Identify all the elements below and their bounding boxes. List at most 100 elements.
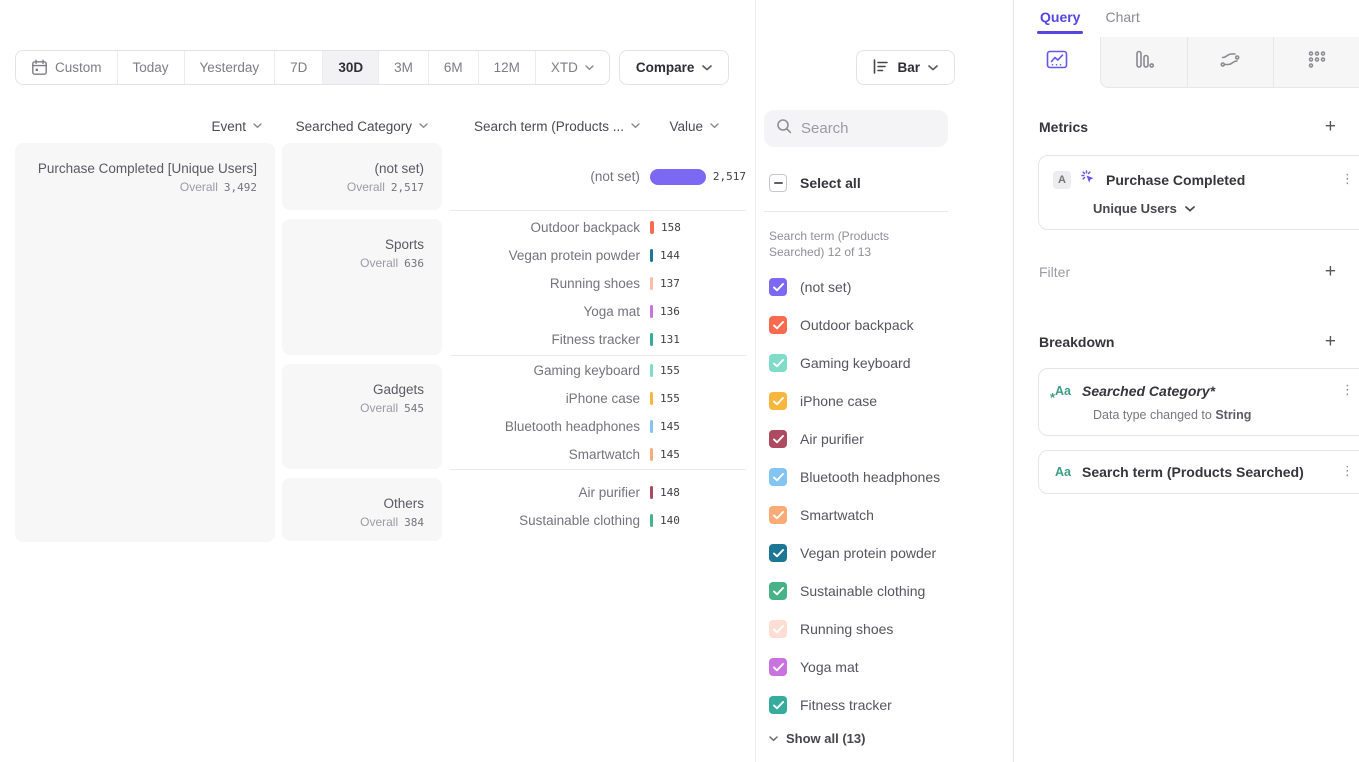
add-metric-button[interactable]: + <box>1325 118 1336 136</box>
range-yesterday[interactable]: Yesterday <box>185 51 276 84</box>
kebab-menu-icon[interactable]: ⋮ <box>1341 385 1354 397</box>
term-row[interactable]: Running shoes 137 <box>450 269 746 297</box>
category-cell[interactable]: Sports Overall636 <box>282 219 442 355</box>
series-panel: Select all Search term (Products Searche… <box>755 0 1013 762</box>
series-item[interactable]: Yoga mat <box>769 648 999 686</box>
range-30d[interactable]: 30D <box>323 51 379 84</box>
report-tab-funnels[interactable] <box>1100 37 1187 88</box>
kebab-menu-icon[interactable]: ⋮ <box>1341 466 1354 478</box>
series-item[interactable]: Running shoes <box>769 610 999 648</box>
term-row[interactable]: Air purifier 148 <box>450 478 746 506</box>
value-label: 131 <box>660 333 680 346</box>
metric-measure-selector[interactable]: Unique Users <box>1093 201 1354 216</box>
select-all[interactable]: Select all <box>769 174 861 192</box>
category-name: Gadgets <box>292 380 424 399</box>
report-tab-retention[interactable] <box>1273 37 1359 88</box>
term-row[interactable]: Bluetooth headphones 145 <box>450 413 746 441</box>
series-item[interactable]: Smartwatch <box>769 496 999 534</box>
value-label: 145 <box>660 448 680 461</box>
insights-icon <box>1046 50 1068 76</box>
add-breakdown-button[interactable]: + <box>1325 333 1336 351</box>
series-item[interactable]: (not set) <box>769 268 999 306</box>
term-row[interactable]: Vegan protein powder 144 <box>450 241 746 269</box>
column-header-value[interactable]: Value <box>560 116 719 136</box>
series-item[interactable]: Fitness tracker <box>769 686 999 724</box>
series-label: Gaming keyboard <box>800 355 911 371</box>
value-bar <box>650 277 653 290</box>
sidebar-tabs: Query Chart <box>1040 9 1140 34</box>
term-row[interactable]: Smartwatch 145 <box>450 441 746 469</box>
series-checkbox[interactable] <box>769 506 787 524</box>
series-item[interactable]: iPhone case <box>769 382 999 420</box>
report-tab-insights[interactable] <box>1014 37 1100 88</box>
series-checkbox[interactable] <box>769 544 787 562</box>
series-checkbox[interactable] <box>769 316 787 334</box>
breakdown-card-searched-category[interactable]: Aa Searched Category* ⋮ Data type change… <box>1038 368 1359 436</box>
breakdown-property-name: Searched Category* <box>1082 383 1332 399</box>
breakdown-card-search-term[interactable]: Aa Search term (Products Searched) ⋮ <box>1038 450 1359 494</box>
series-item[interactable]: Gaming keyboard <box>769 344 999 382</box>
term-row[interactable]: Yoga mat 136 <box>450 297 746 325</box>
metrics-section-header: Metrics + <box>1039 118 1336 136</box>
category-cell[interactable]: Gadgets Overall545 <box>282 364 442 469</box>
range-custom[interactable]: Custom <box>16 51 118 84</box>
search-input[interactable] <box>801 120 931 137</box>
tab-chart[interactable]: Chart <box>1105 9 1139 34</box>
flows-icon <box>1219 49 1241 75</box>
series-checkbox[interactable] <box>769 392 787 410</box>
series-checkbox[interactable] <box>769 468 787 486</box>
term-label: Yoga mat <box>450 304 640 319</box>
range-3m[interactable]: 3M <box>379 51 429 84</box>
value-bar <box>650 305 653 318</box>
term-row[interactable]: Sustainable clothing 140 <box>450 506 746 534</box>
range-today[interactable]: Today <box>118 51 185 84</box>
value-bar <box>650 514 653 527</box>
series-item[interactable]: Bluetooth headphones <box>769 458 999 496</box>
series-label: Sustainable clothing <box>800 583 925 599</box>
term-row[interactable]: iPhone case 155 <box>450 385 746 413</box>
add-filter-button[interactable]: + <box>1325 263 1336 281</box>
series-item[interactable]: Outdoor backpack <box>769 306 999 344</box>
breakdown-title: Breakdown <box>1039 334 1114 350</box>
series-item[interactable]: Air purifier <box>769 420 999 458</box>
value-bar <box>650 448 653 461</box>
category-cell[interactable]: Others Overall384 <box>282 478 442 541</box>
range-7d[interactable]: 7D <box>275 51 323 84</box>
indeterminate-checkbox[interactable] <box>769 174 787 192</box>
column-header-event[interactable]: Event <box>15 116 262 136</box>
event-cell[interactable]: Purchase Completed [Unique Users] Overal… <box>15 143 275 542</box>
value-bar <box>650 364 653 377</box>
series-checkbox[interactable] <box>769 620 787 638</box>
series-checkbox[interactable] <box>769 582 787 600</box>
series-checkbox[interactable] <box>769 278 787 296</box>
range-12m[interactable]: 12M <box>479 51 536 84</box>
metric-card[interactable]: A Purchase Completed ⋮ Unique Users <box>1038 155 1359 230</box>
category-cell[interactable]: (not set) Overall2,517 <box>282 143 442 210</box>
term-row[interactable]: Fitness tracker 131 <box>450 325 746 353</box>
string-property-icon: Aa <box>1053 382 1073 400</box>
tab-query[interactable]: Query <box>1040 9 1080 34</box>
term-label: Fitness tracker <box>450 332 640 347</box>
value-bar <box>650 333 653 346</box>
term-row[interactable]: Gaming keyboard 155 <box>450 357 746 385</box>
series-checkbox[interactable] <box>769 354 787 372</box>
compare-label: Compare <box>636 60 695 75</box>
value-label: 136 <box>660 305 680 318</box>
show-all-button[interactable]: Show all (13) <box>769 731 865 746</box>
series-checkbox[interactable] <box>769 658 787 676</box>
series-checkbox[interactable] <box>769 430 787 448</box>
report-tab-flows[interactable] <box>1187 37 1274 88</box>
series-item[interactable]: Sustainable clothing <box>769 572 999 610</box>
range-xtd[interactable]: XTD <box>536 51 609 84</box>
calendar-icon <box>31 59 48 76</box>
series-checkbox[interactable] <box>769 696 787 714</box>
range-6m[interactable]: 6M <box>429 51 479 84</box>
term-row[interactable]: (not set) 2,517 <box>450 163 746 191</box>
kebab-menu-icon[interactable]: ⋮ <box>1341 174 1354 186</box>
compare-button[interactable]: Compare <box>619 50 730 85</box>
term-label: Outdoor backpack <box>450 220 640 235</box>
term-row[interactable]: Outdoor backpack 158 <box>450 213 746 241</box>
series-item[interactable]: Vegan protein powder <box>769 534 999 572</box>
column-header-searched-category[interactable]: Searched Category <box>282 116 428 136</box>
series-search[interactable] <box>764 110 948 147</box>
